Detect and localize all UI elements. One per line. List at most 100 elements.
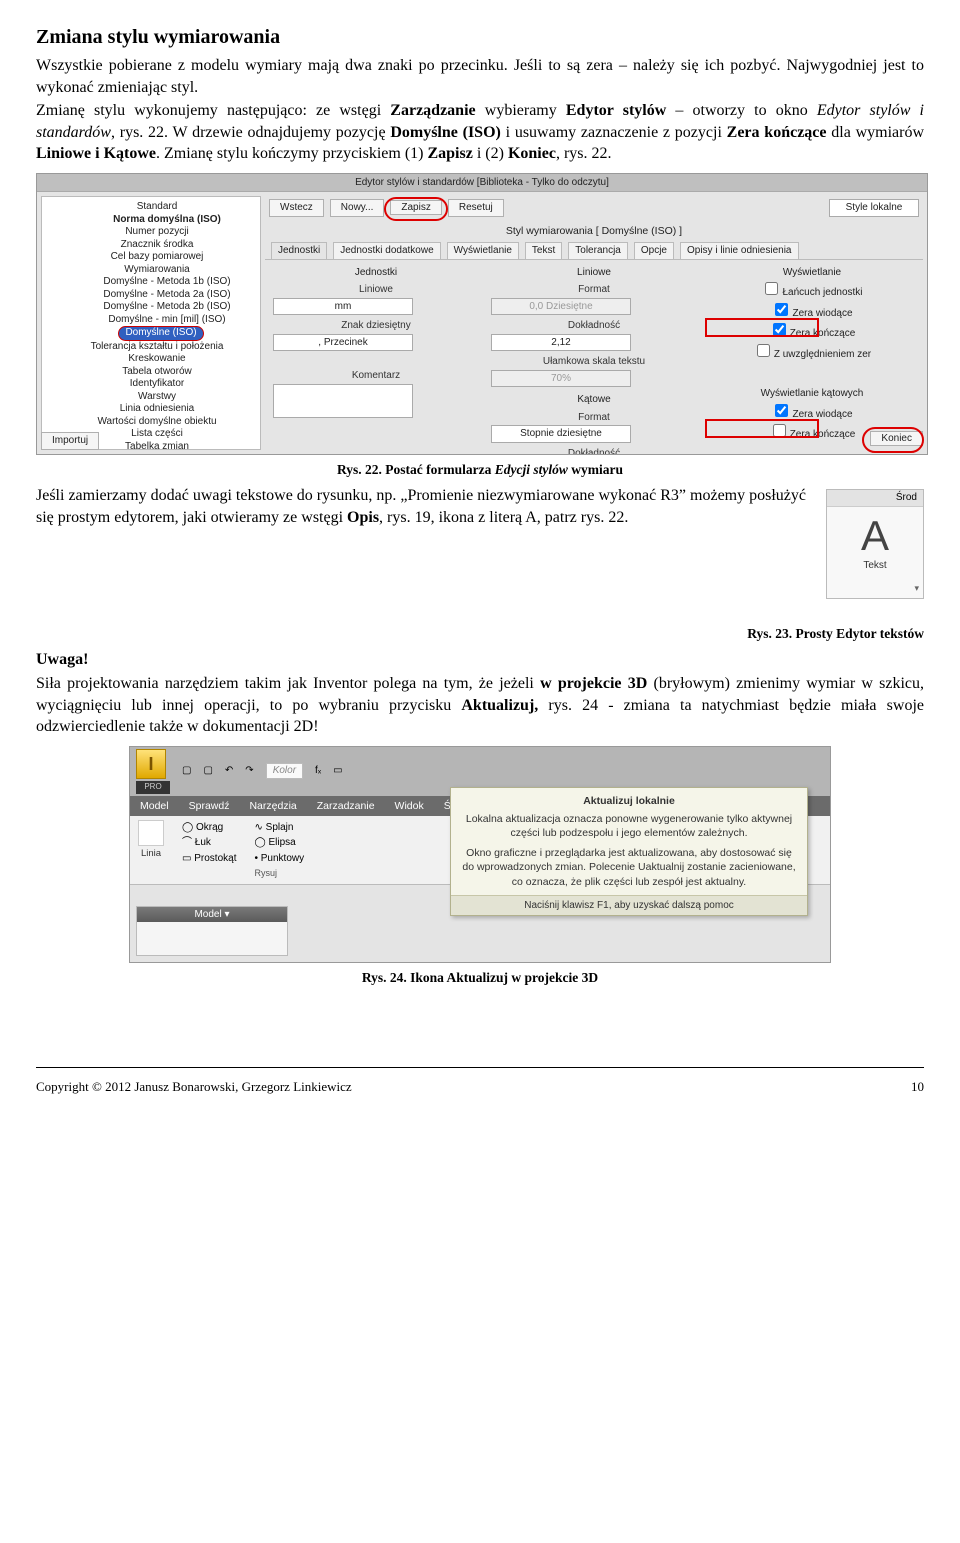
dialog-titlebar: Edytor stylów i standardów [Biblioteka -… <box>37 174 927 193</box>
redo-icon[interactable]: ↷ <box>245 764 253 778</box>
label: Liniowe <box>273 283 479 297</box>
tree-node-selected[interactable]: Domyślne (ISO) <box>118 326 203 341</box>
label: Splajn <box>266 822 294 833</box>
label: Łuk <box>195 837 211 848</box>
reset-button[interactable]: Resetuj <box>448 199 504 217</box>
copyright-text: Copyright © 2012 Janusz Bonarowski, Grze… <box>36 1078 352 1096</box>
style-name-label: Styl wymiarowania [ Domyślne (ISO) ] <box>265 220 923 242</box>
caption-23: Rys. 23. Prosty Edytor tekstów <box>36 625 924 643</box>
back-button[interactable]: Wstecz <box>269 199 324 217</box>
tab-jednostki[interactable]: Jednostki <box>271 242 327 259</box>
group-label: Wyświetlanie <box>709 266 915 280</box>
tab-sprawdz[interactable]: Sprawdź <box>179 796 240 816</box>
draw-tool[interactable]: ∿ Splajn <box>254 820 304 836</box>
style-tree[interactable]: Standard Norma domyślna (ISO) Numer pozy… <box>41 196 261 450</box>
tab-zarzadzanie[interactable]: Zarzadzanie <box>307 796 385 816</box>
text: Uwaga! <box>36 651 88 668</box>
tooltip-text: Lokalna aktualizacja oznacza ponowne wyg… <box>459 812 799 840</box>
highlight-oval-close <box>862 427 924 453</box>
tree-node-rest[interactable]: Identyfikator <box>46 378 256 391</box>
text: Rys. 24. Ikona Aktualizuj w projekcie 3D <box>362 970 598 985</box>
tab-wyswietlanie[interactable]: Wyświetlanie <box>447 242 519 259</box>
tree-node-wym[interactable]: Wymiarowania <box>46 264 256 277</box>
chk-unit-chain[interactable] <box>765 282 778 295</box>
tree-node-wym-item[interactable]: Domyślne - Metoda 2a (ISO) <box>66 289 256 302</box>
qat-icon[interactable]: ▭ <box>333 764 342 778</box>
app-logo-icon[interactable]: I <box>136 749 166 779</box>
scope-dropdown[interactable]: Style lokalne <box>829 199 919 217</box>
label: Zera wiodące <box>792 308 852 319</box>
text-tool-thumbnail: Środ A Tekst ▾ <box>826 489 924 599</box>
tree-node-cel[interactable]: Cel bazy pomiarowej <box>46 251 256 264</box>
chk-ang-leading[interactable] <box>775 404 788 417</box>
text: Wszystkie pobierane z modelu wymiary maj… <box>36 57 924 96</box>
paragraph-1b: Zmianę stylu wykonujemy następująco: ze … <box>36 100 924 165</box>
qat-icon[interactable]: ▢ <box>182 764 191 778</box>
model-browser-pane[interactable]: Model ▾ <box>136 906 288 956</box>
tab-jedn-dodatkowe[interactable]: Jednostki dodatkowe <box>333 242 440 259</box>
highlight-rect-trailing <box>705 318 819 337</box>
tree-node-numpoz[interactable]: Numer pozycji <box>46 226 256 239</box>
linear-unit-dropdown[interactable]: mm <box>273 298 413 316</box>
tree-node-rest[interactable]: Linia odniesienia <box>46 403 256 416</box>
tree-node-rest[interactable]: Tolerancja kształtu i położenia <box>46 341 256 354</box>
dropdown-arrow-icon: ▾ <box>914 582 919 594</box>
text: Domyślne (ISO) <box>390 124 501 141</box>
tab-opisy[interactable]: Opisy i linie odniesienia <box>680 242 799 259</box>
highlight-oval-save <box>384 197 448 221</box>
draw-tool[interactable]: • Punktowy <box>254 851 304 867</box>
tab-content: Jednostki Liniowe mm Znak dziesiętny , P… <box>265 260 923 455</box>
draw-tool[interactable]: ◯ Okrąg <box>182 820 236 836</box>
label: Linia <box>138 848 164 861</box>
tree-node-wym-item[interactable]: Domyślne - Metoda 2b (ISO) <box>66 301 256 314</box>
color-dropdown[interactable]: Kolor <box>266 763 303 779</box>
tab-tekst[interactable]: Tekst <box>525 242 562 259</box>
tab-opcje[interactable]: Opcje <box>634 242 674 259</box>
tree-node-std-iso[interactable]: Norma domyślna (ISO) <box>66 214 256 227</box>
import-button[interactable]: Importuj <box>41 432 99 450</box>
text: Aktualizuj, <box>461 697 538 714</box>
tree-node-znacz[interactable]: Znacznik środka <box>46 239 256 252</box>
chk-leading-zeros[interactable] <box>775 303 788 316</box>
fx-icon[interactable]: fₓ <box>315 764 321 778</box>
footer-rule <box>36 1067 924 1068</box>
new-button[interactable]: Nowy... <box>330 199 385 217</box>
draw-tool[interactable]: ▭ Prostokąt <box>182 851 236 867</box>
draw-tool[interactable]: ◯ Elipsa <box>254 835 304 851</box>
linia-tool[interactable]: Linia <box>138 820 164 861</box>
tree-node-rest[interactable]: Kreskowanie <box>46 353 256 366</box>
text: , rys. 22. <box>556 145 612 162</box>
uwaga-title: Uwaga! <box>36 649 924 671</box>
text: Edycji stylów <box>495 462 568 477</box>
tab-model[interactable]: Model <box>130 796 179 816</box>
draw-tool[interactable]: ⌒ Łuk <box>182 835 236 851</box>
label: Łańcuch jednostki <box>782 287 862 298</box>
precision-dropdown[interactable]: 2,12 <box>491 334 631 352</box>
group-label: Jednostki <box>273 266 479 280</box>
label: Znak dziesiętny <box>273 319 479 333</box>
text: i usuwamy zaznaczenie z pozycji <box>501 124 727 141</box>
tab-tolerancja[interactable]: Tolerancja <box>568 242 628 259</box>
tab-widok[interactable]: Widok <box>385 796 434 816</box>
line-icon <box>138 820 164 846</box>
tree-node-standard[interactable]: Standard <box>46 201 256 214</box>
qat-icon[interactable]: ▢ <box>203 764 212 778</box>
text: Rys. 23. Prosty Edytor tekstów <box>747 626 924 641</box>
tree-node-rest[interactable]: Tabela otworów <box>46 366 256 379</box>
undo-icon[interactable]: ↶ <box>225 764 233 778</box>
tree-node-rest[interactable]: Wartości domyślne obiektu <box>46 416 256 429</box>
chk-incl-zeros[interactable] <box>757 344 770 357</box>
tab-narzedzia[interactable]: Narzędzia <box>239 796 306 816</box>
tree-node-wym-item[interactable]: Domyślne - Metoda 1b (ISO) <box>66 276 256 289</box>
tab-strip: Jednostki Jednostki dodatkowe Wyświetlan… <box>265 242 923 260</box>
tree-node-rest[interactable]: Warstwy <box>46 391 256 404</box>
decimal-sep-dropdown[interactable]: , Przecinek <box>273 334 413 352</box>
comment-field[interactable] <box>273 384 413 418</box>
text: Zapisz <box>427 145 472 162</box>
tree-node-wym-item[interactable]: Domyślne - min [mil] (ISO) <box>66 314 256 327</box>
figure-24: I PRO ▢ ▢ ↶ ↷ Kolor fₓ ▭ Model Sprawdź N… <box>36 746 924 963</box>
tooltip-text: Okno graficzne i przeglądarka jest aktua… <box>459 846 799 889</box>
label: Zera wiodące <box>792 409 852 420</box>
format-dropdown: 0,0 Dziesiętne <box>491 298 631 316</box>
draw-tool-list: ∿ Splajn ◯ Elipsa • Punktowy Rysuj <box>254 820 304 881</box>
